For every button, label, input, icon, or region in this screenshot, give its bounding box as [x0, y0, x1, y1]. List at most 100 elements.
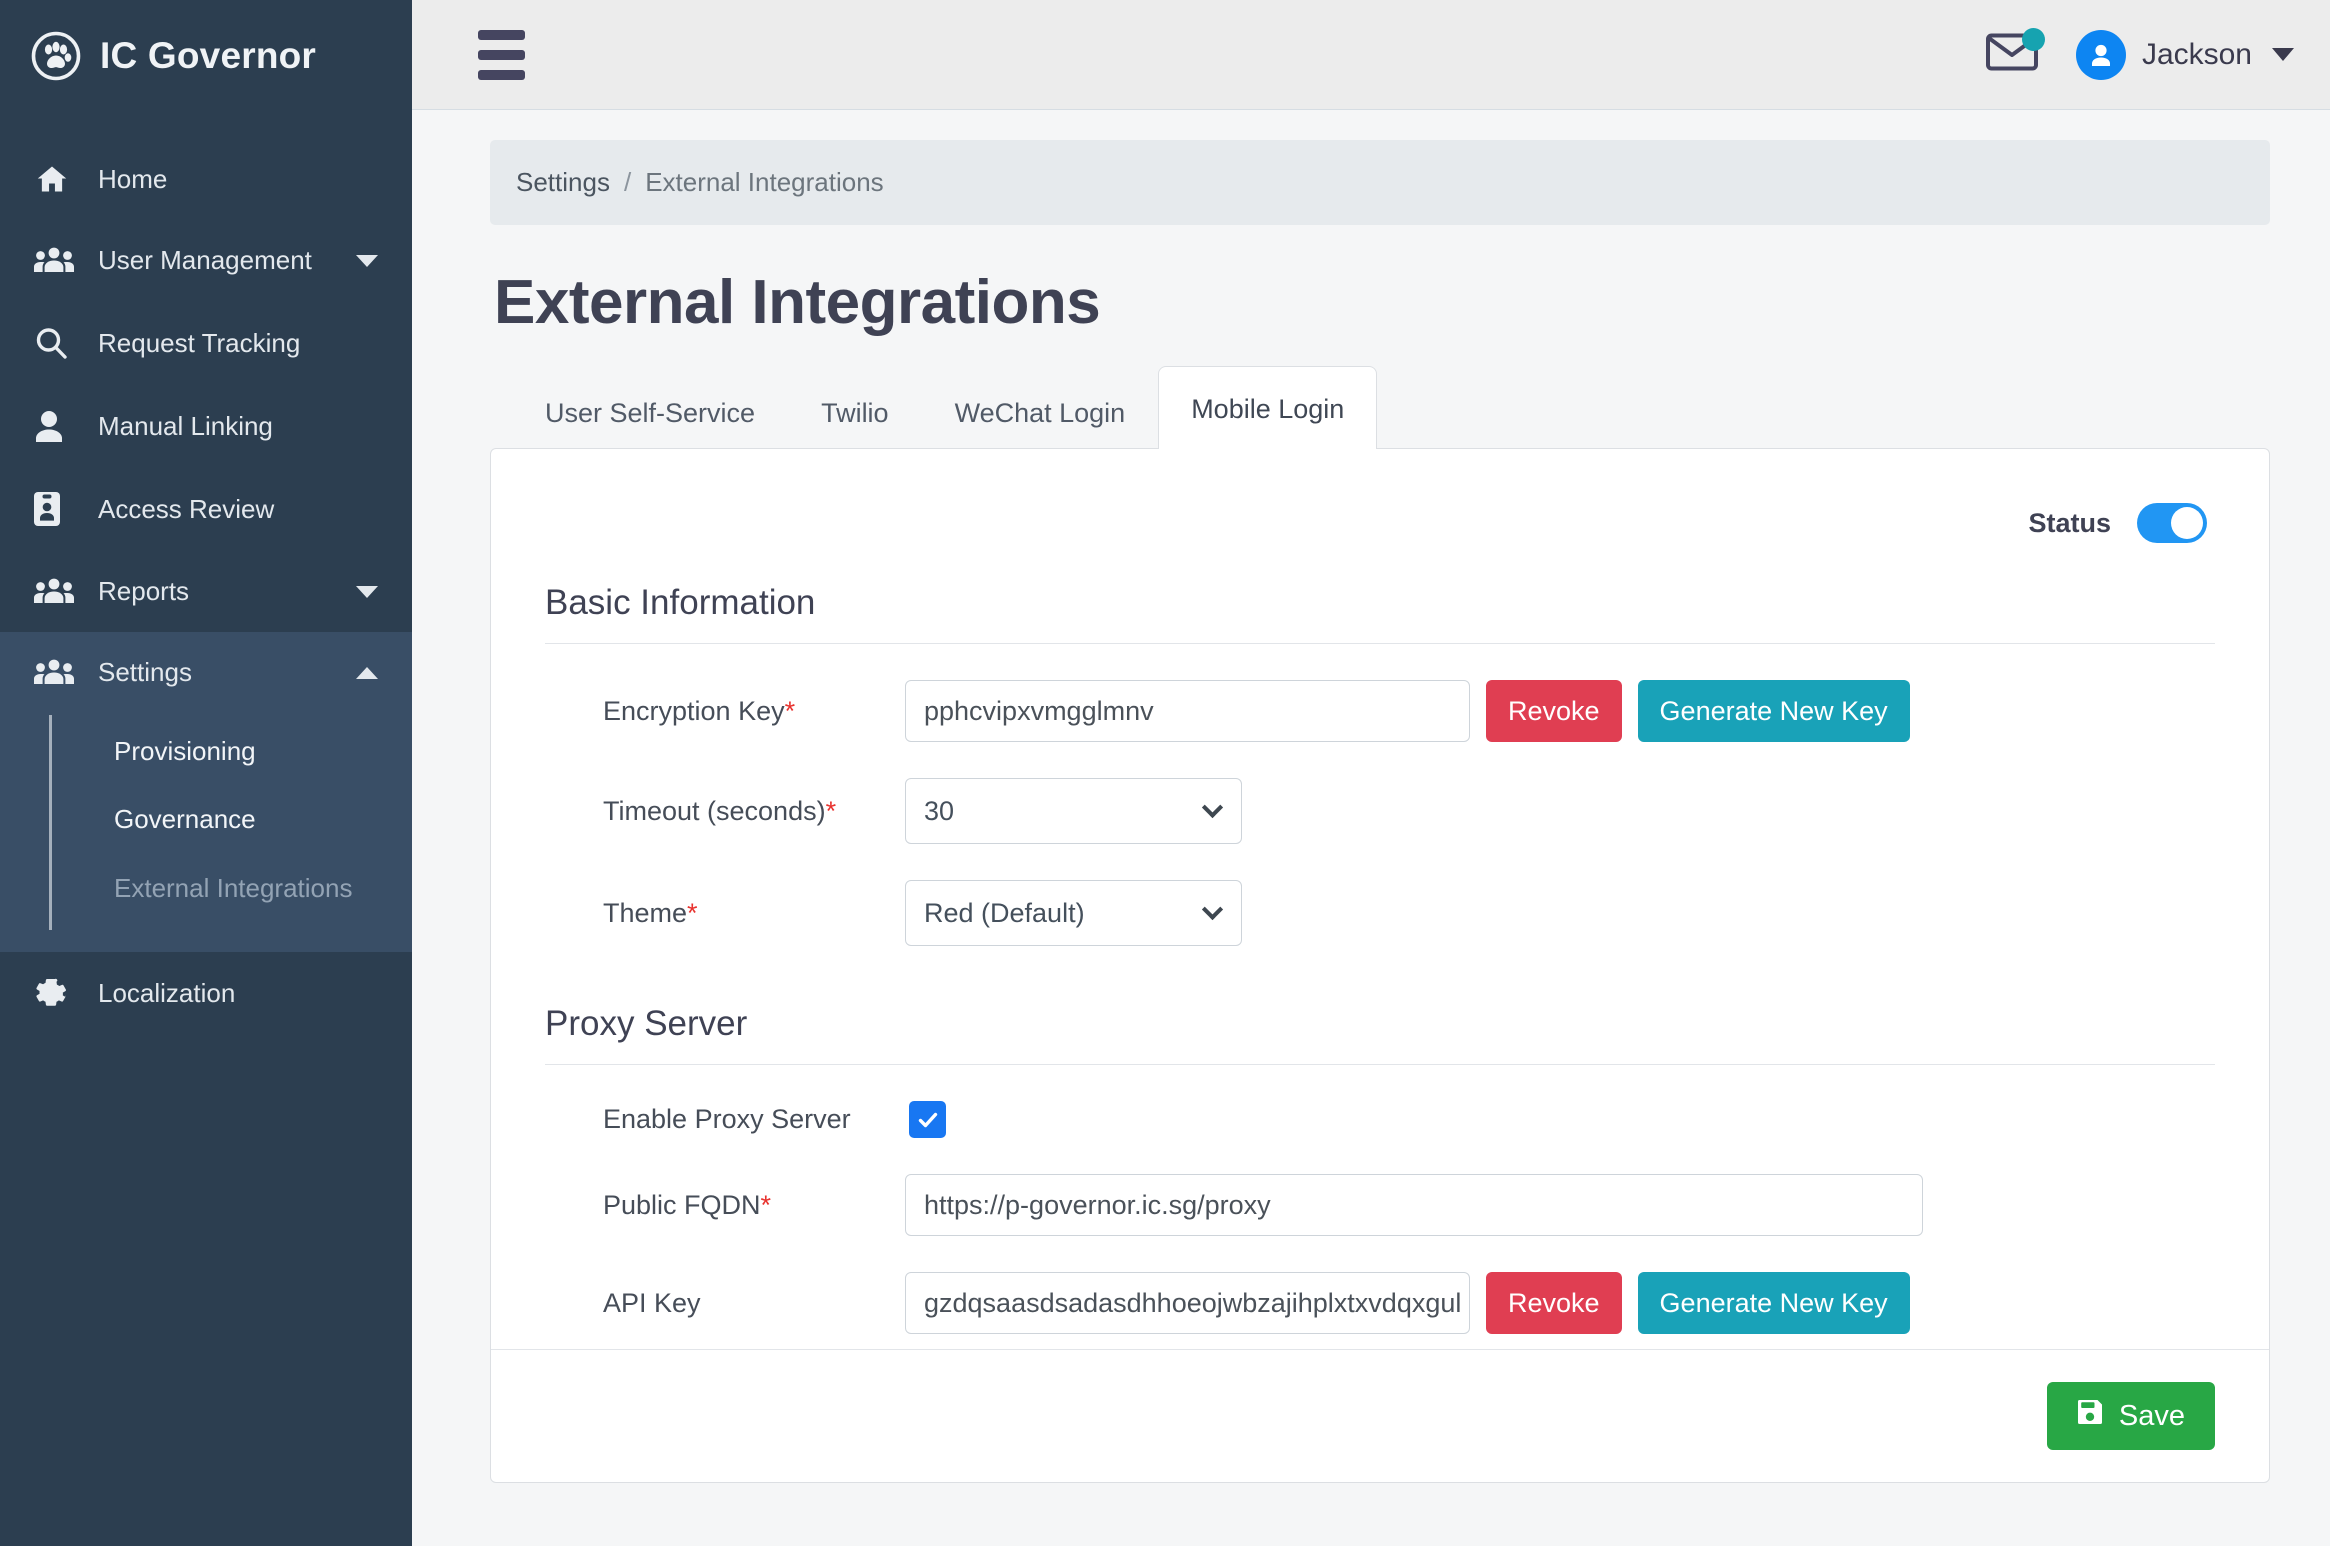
timeout-selected-value: 30	[924, 795, 955, 826]
sidebar-item-label: Settings	[98, 657, 192, 687]
form-row-api-key: API Key gzdqsaasdsadasdhhoeojwbzajihplxt…	[545, 1272, 2215, 1335]
sidebar-subitem-governance[interactable]: Governance	[0, 785, 412, 853]
users-icon	[34, 577, 78, 607]
api-key-input[interactable]: gzdqsaasdsadasdhhoeojwbzajihplxtxvdqxgul	[905, 1272, 1470, 1335]
form-row-enable-proxy: Enable Proxy Server	[545, 1101, 2215, 1139]
settings-submenu: Provisioning Governance External Integra…	[0, 713, 412, 952]
encryption-key-label: Encryption Key*	[545, 696, 905, 727]
sidebar-item-label: Access Review	[98, 493, 275, 524]
sidebar: IC Governor Home User Management Request…	[0, 0, 412, 1546]
breadcrumb-separator: /	[623, 167, 632, 197]
sidebar-item-label: Request Tracking	[98, 327, 301, 358]
theme-control: Red (Default)	[905, 880, 1242, 947]
sidebar-group-settings: Settings Provisioning Governance Externa…	[0, 632, 412, 952]
enable-proxy-checkbox[interactable]	[909, 1101, 946, 1139]
theme-selected-value: Red (Default)	[924, 897, 1085, 928]
sidebar-subitem-provisioning[interactable]: Provisioning	[0, 717, 412, 785]
sidebar-item-home[interactable]: Home	[0, 138, 412, 220]
card-body: Status Basic Information Encryption Key*…	[491, 449, 2269, 1349]
api-key-label: API Key	[545, 1288, 905, 1319]
breadcrumb-current: External Integrations	[645, 167, 884, 197]
sidebar-item-manual-linking[interactable]: Manual Linking	[0, 385, 412, 467]
user-menu[interactable]: Jackson	[2075, 29, 2294, 80]
revoke-api-key-button[interactable]: Revoke	[1486, 1272, 1622, 1335]
timeout-label: Timeout (seconds)*	[545, 796, 905, 827]
users-icon	[34, 658, 78, 688]
tab-mobile-login[interactable]: Mobile Login	[1158, 366, 1378, 450]
main-area: Jackson Settings / External Integrations…	[412, 0, 2330, 1546]
gear-icon	[34, 977, 78, 1011]
sidebar-nav: Home User Management Request Tracking Ma…	[0, 138, 412, 1036]
tab-user-self-service[interactable]: User Self-Service	[512, 374, 788, 449]
sidebar-item-localization[interactable]: Localization	[0, 952, 412, 1036]
user-name: Jackson	[2141, 37, 2252, 71]
chevron-down-icon	[356, 585, 378, 598]
label-text: API Key	[603, 1287, 701, 1318]
topbar-right: Jackson	[1985, 28, 2294, 80]
generate-api-key-button[interactable]: Generate New Key	[1637, 1272, 1910, 1335]
mail-notification-badge	[2021, 28, 2045, 51]
generate-encryption-key-button[interactable]: Generate New Key	[1637, 680, 1910, 743]
sidebar-item-label: Manual Linking	[98, 410, 273, 441]
status-label: Status	[2028, 507, 2111, 538]
sidebar-item-request-tracking[interactable]: Request Tracking	[0, 301, 412, 385]
required-marker: *	[784, 695, 796, 726]
sidebar-item-user-management[interactable]: User Management	[0, 220, 412, 301]
revoke-encryption-key-button[interactable]: Revoke	[1486, 680, 1622, 743]
public-fqdn-input[interactable]: https://p-governor.ic.sg/proxy	[905, 1174, 1923, 1237]
api-key-control: gzdqsaasdsadasdhhoeojwbzajihplxtxvdqxgul…	[905, 1272, 1910, 1335]
chevron-up-icon	[356, 666, 378, 679]
status-toggle[interactable]	[2137, 503, 2207, 544]
user-icon	[34, 410, 78, 442]
card-footer: Save	[491, 1349, 2269, 1482]
theme-label: Theme*	[545, 898, 905, 929]
encryption-key-input[interactable]: pphcvipxvmgglmnv	[905, 680, 1470, 743]
save-button[interactable]: Save	[2046, 1382, 2215, 1451]
label-text: Theme	[603, 897, 688, 928]
chevron-down-icon	[1201, 797, 1224, 819]
avatar	[2075, 29, 2126, 80]
theme-select[interactable]: Red (Default)	[905, 880, 1242, 947]
breadcrumb-parent[interactable]: Settings	[516, 167, 610, 198]
chevron-down-icon	[356, 254, 378, 267]
required-marker: *	[825, 795, 837, 826]
hamburger-icon[interactable]	[472, 24, 531, 86]
tab-wechat-login[interactable]: WeChat Login	[922, 374, 1159, 449]
id-badge-icon	[34, 492, 78, 526]
public-fqdn-label: Public FQDN*	[545, 1190, 905, 1221]
topbar: Jackson	[412, 0, 2330, 110]
mail-button[interactable]	[1985, 28, 2045, 77]
sidebar-subitem-external-integrations[interactable]: External Integrations	[0, 854, 412, 922]
sidebar-item-label: User Management	[98, 245, 312, 275]
sidebar-item-settings[interactable]: Settings	[0, 632, 412, 713]
label-text: Encryption Key	[603, 695, 785, 726]
public-fqdn-control: https://p-governor.ic.sg/proxy	[905, 1174, 1923, 1237]
page-title: External Integrations	[494, 268, 1101, 337]
tab-twilio[interactable]: Twilio	[788, 374, 922, 449]
sidebar-item-reports[interactable]: Reports	[0, 551, 412, 632]
sidebar-item-label: Localization	[98, 978, 236, 1009]
status-row: Status	[545, 489, 2215, 544]
tab-bar: User Self-Service Twilio WeChat Login Mo…	[512, 366, 2270, 450]
chevron-down-icon	[2272, 48, 2294, 61]
page-content: Settings / External Integrations Externa…	[412, 110, 2330, 1546]
floppy-disk-icon	[2077, 1399, 2103, 1433]
encryption-key-control: pphcvipxvmgglmnv Revoke Generate New Key	[905, 680, 1910, 743]
form-row-timeout: Timeout (seconds)* 30	[545, 778, 2215, 845]
users-icon	[34, 246, 78, 276]
required-marker: *	[687, 897, 698, 928]
breadcrumb: Settings / External Integrations	[490, 140, 2270, 225]
form-row-theme: Theme* Red (Default)	[545, 880, 2215, 947]
enable-proxy-label: Enable Proxy Server	[603, 1104, 851, 1135]
enable-proxy-control	[905, 1101, 946, 1139]
sidebar-item-access-review[interactable]: Access Review	[0, 467, 412, 551]
timeout-control: 30	[905, 778, 1242, 845]
timeout-select[interactable]: 30	[905, 778, 1242, 845]
brand[interactable]: IC Governor	[0, 0, 412, 112]
required-marker: *	[760, 1189, 772, 1220]
settings-card: Status Basic Information Encryption Key*…	[490, 448, 2270, 1484]
chevron-down-icon	[1201, 899, 1224, 921]
form-row-public-fqdn: Public FQDN* https://p-governor.ic.sg/pr…	[545, 1174, 2215, 1237]
save-button-label: Save	[2118, 1399, 2185, 1432]
brand-name: IC Governor	[100, 35, 317, 76]
